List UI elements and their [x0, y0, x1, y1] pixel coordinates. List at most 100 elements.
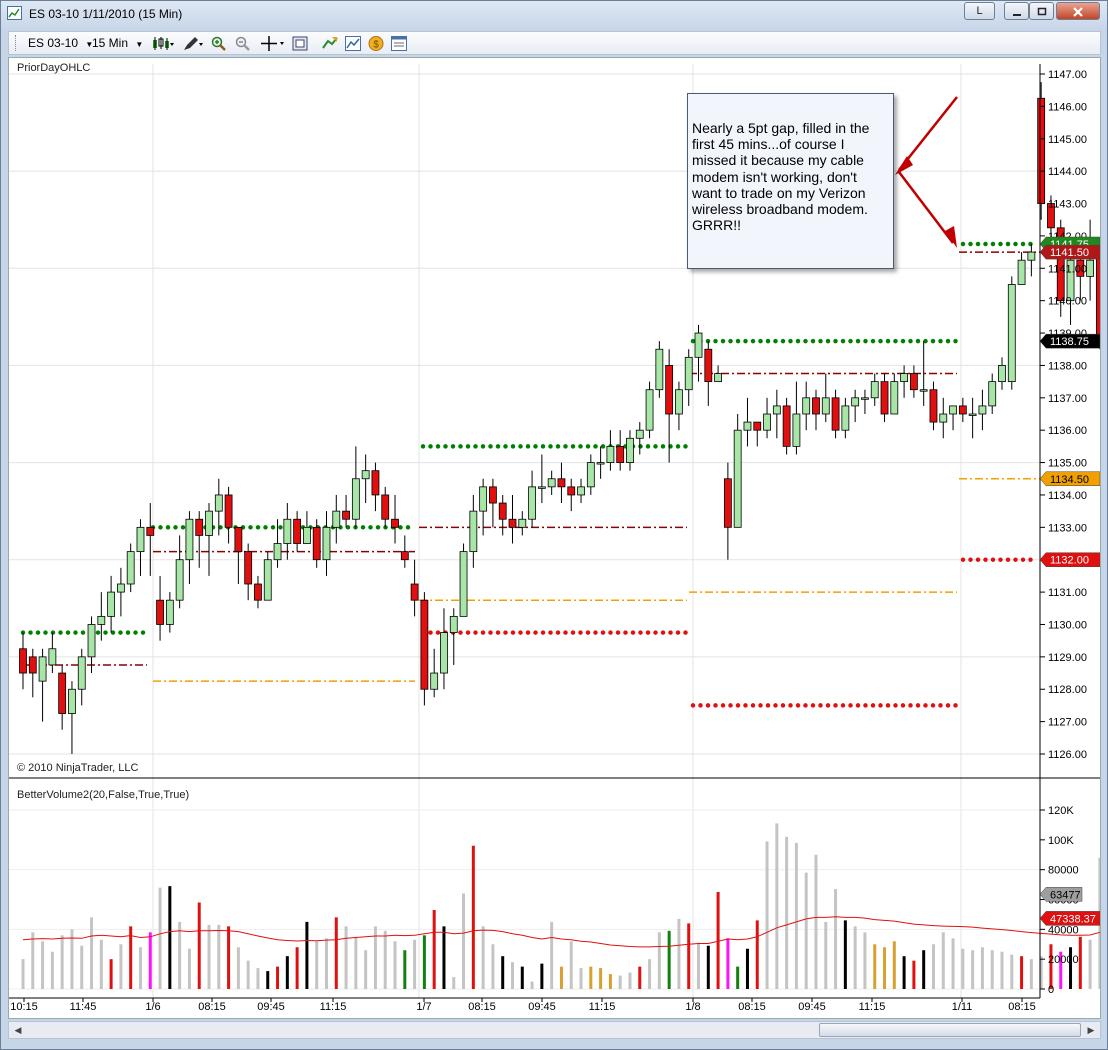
candle-body: [489, 486, 497, 504]
candle-body: [175, 559, 184, 601]
candle-body: [988, 381, 997, 407]
strategies-icon[interactable]: $: [368, 36, 384, 51]
scroll-right-icon[interactable]: ▶: [1083, 1022, 1099, 1038]
title-bar[interactable]: ES 03-10 1/11/2010 (15 Min) L: [1, 1, 1107, 27]
candle-body: [469, 510, 478, 553]
chart-properties-icon[interactable]: [322, 36, 338, 51]
candle-body: [919, 389, 928, 392]
candle-body: [958, 405, 967, 415]
volume-tick-label: 120K: [1048, 805, 1074, 817]
chart-app-icon: [7, 6, 22, 20]
data-box-icon[interactable]: [292, 36, 308, 51]
candle-body: [1017, 259, 1026, 285]
chart-window: ES 03-10 1/11/2010 (15 Min) L ES 03-10 ▼…: [0, 0, 1108, 1050]
candle-body: [19, 648, 27, 674]
candle-body: [518, 518, 527, 528]
close-button[interactable]: [1056, 2, 1100, 20]
candle-body: [665, 365, 674, 415]
candle-body: [655, 348, 664, 391]
volume-marker: 47338.37: [1039, 911, 1100, 926]
candle-body: [440, 632, 448, 674]
candle-body: [165, 599, 174, 625]
candle-body: [557, 478, 566, 488]
horizontal-scrollbar[interactable]: ◀ ▶: [8, 1021, 1101, 1039]
candle-body: [635, 429, 644, 439]
volume-tick-label: 80000: [1048, 865, 1079, 877]
time-axis-label: 09:45: [798, 1001, 826, 1013]
scrollbar-thumb[interactable]: [819, 1023, 1081, 1037]
price-tick-label: 1130.00: [1048, 619, 1087, 631]
time-axis-label: 1/11: [952, 1001, 973, 1013]
candle-body: [537, 486, 546, 489]
candle-body: [351, 478, 360, 520]
price-tick-label: 1127.00: [1048, 717, 1087, 729]
time-axis-label: 09:45: [257, 1001, 285, 1013]
time-axis-label: 08:15: [198, 1001, 226, 1013]
chart-canvas[interactable]: 1147.001146.001145.001144.001143.001142.…: [9, 58, 1100, 1018]
candle-body: [459, 551, 468, 617]
price-marker: 1141.50: [1039, 244, 1100, 260]
candle-body: [381, 494, 390, 520]
zoom-in-icon[interactable]: [211, 36, 227, 51]
candle-body: [567, 486, 576, 496]
minimize-button[interactable]: [1004, 2, 1029, 20]
price-tick-label: 1136.00: [1048, 425, 1087, 437]
candle-body: [371, 470, 380, 496]
candle-body: [547, 478, 556, 488]
properties-icon[interactable]: [391, 36, 407, 51]
price-marker: 1132.00: [1039, 552, 1100, 567]
interval-selector[interactable]: 15 Min ▼: [92, 35, 143, 52]
chart-area[interactable]: 1147.001146.001145.001144.001143.001142.…: [8, 57, 1101, 1019]
toolbar-grip[interactable]: [15, 35, 18, 51]
price-tick-label: 1129.00: [1048, 652, 1087, 664]
candle-body: [312, 526, 321, 561]
restore-button[interactable]: L: [964, 2, 995, 20]
candle-body: [870, 381, 879, 399]
time-axis-label: 10:15: [10, 1001, 38, 1013]
candle-body: [812, 397, 820, 415]
candle-body: [723, 478, 732, 528]
crosshair-icon[interactable]: [261, 36, 287, 51]
price-marker: 1138.75: [1039, 333, 1100, 349]
bars-type-icon[interactable]: [152, 36, 174, 51]
instrument-selector[interactable]: ES 03-10 ▼: [28, 35, 93, 52]
candle-body: [303, 526, 311, 544]
candle-body: [675, 389, 683, 415]
candle-body: [714, 373, 722, 383]
price-tick-label: 1147.00: [1048, 69, 1087, 81]
candle-body: [410, 583, 419, 601]
price-tick-label: 1138.00: [1048, 360, 1087, 372]
zoom-out-icon[interactable]: [235, 36, 251, 51]
price-tick-label: 1126.00: [1048, 749, 1087, 761]
candle-body: [606, 445, 615, 463]
time-axis-label: 11:45: [70, 1001, 97, 1013]
close-icon: [1073, 7, 1083, 17]
candle-body: [1027, 251, 1036, 261]
scroll-left-icon[interactable]: ◀: [10, 1022, 26, 1038]
indicators-icon[interactable]: [345, 36, 361, 51]
candle-body: [332, 510, 341, 528]
candle-body: [107, 591, 116, 617]
drawing-tool-icon[interactable]: [182, 36, 204, 51]
candle-body: [449, 615, 458, 633]
candle-body: [195, 518, 204, 536]
candle-body: [342, 510, 350, 520]
candle-body: [939, 413, 948, 423]
candle-body: [968, 413, 977, 416]
candle-body: [58, 672, 67, 714]
candle-body: [126, 551, 135, 585]
annotation-note[interactable]: Nearly a 5pt gap, filled in the first 45…: [687, 93, 894, 269]
candle-body: [694, 332, 703, 358]
candle-body: [851, 397, 860, 407]
candle-body: [802, 397, 811, 415]
interval-label: 15 Min: [92, 36, 129, 50]
candle-body: [400, 551, 409, 561]
candle-body: [782, 405, 791, 447]
price-tick-label: 1131.00: [1048, 587, 1087, 599]
candle-body: [753, 421, 762, 431]
candle-body: [430, 672, 439, 690]
candle-body: [117, 583, 125, 593]
candle-body: [77, 656, 86, 690]
time-axis-label: 11:15: [320, 1001, 347, 1013]
maximize-button[interactable]: [1029, 2, 1054, 20]
